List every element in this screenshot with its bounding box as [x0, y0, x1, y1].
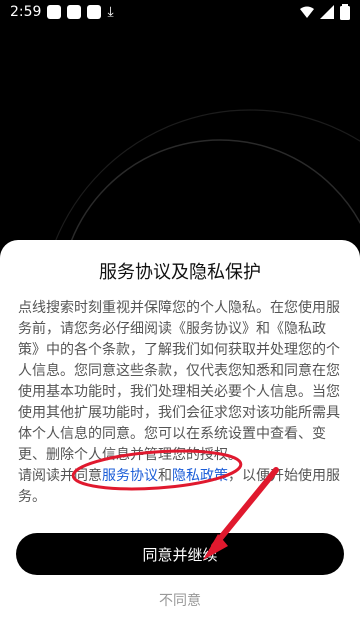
dialog-text-and: 和: [158, 468, 172, 484]
disagree-button[interactable]: 不同意: [0, 590, 360, 610]
dialog-text-prefix: 请阅读并同意: [18, 468, 102, 484]
dialog-title: 服务协议及隐私保护: [99, 262, 261, 283]
terms-link[interactable]: 服务协议: [102, 468, 158, 484]
privacy-link[interactable]: 隐私政策: [172, 468, 228, 484]
dialog-body: 点线搜索时刻重视并保障您的个人隐私。在您使用服务前，请您务必仔细阅读《服务协议》…: [18, 298, 342, 508]
privacy-dialog: 服务协议及隐私保护 点线搜索时刻重视并保障您的个人隐私。在您使用服务前，请您务必…: [0, 240, 360, 640]
agree-button[interactable]: 同意并继续: [16, 533, 344, 575]
dialog-text-main: 点线搜索时刻重视并保障您的个人隐私。在您使用服务前，请您务必仔细阅读《服务协议》…: [18, 300, 340, 463]
